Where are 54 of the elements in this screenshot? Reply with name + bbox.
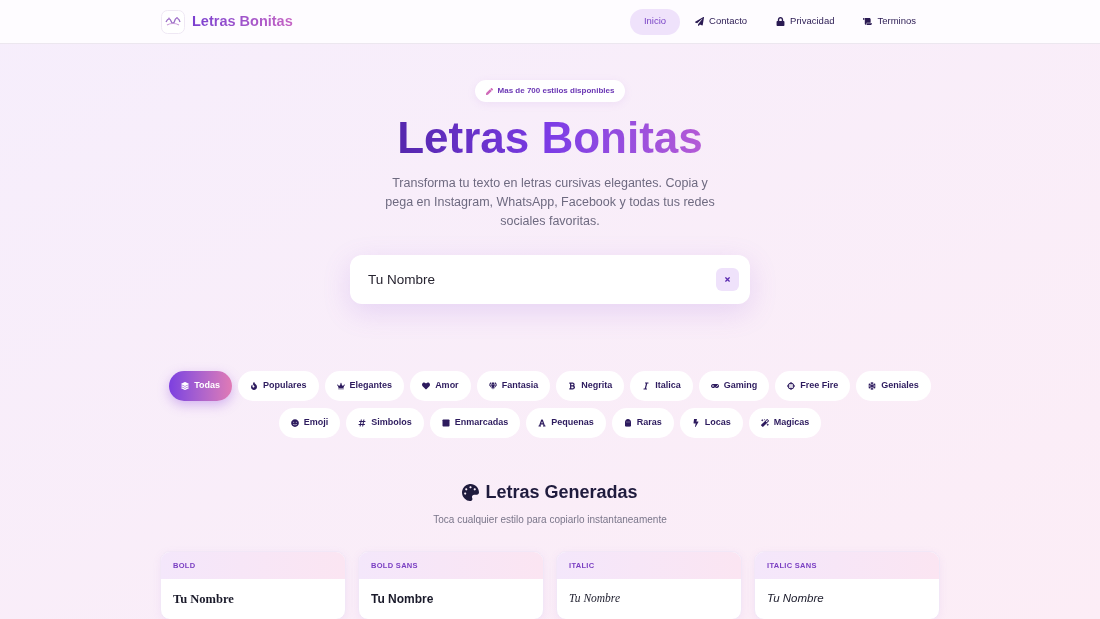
style-preview-text: Tu Nombre (569, 591, 620, 607)
nav-link[interactable]: Terminos (849, 8, 930, 35)
bold-letter-icon (568, 382, 577, 390)
styles-count-text: Mas de 700 estilos disponibles (497, 85, 615, 97)
category-chip[interactable]: Elegantes (324, 371, 405, 401)
lightning-icon (691, 419, 700, 427)
category-chip[interactable]: Italica (630, 371, 693, 401)
hash-icon (358, 419, 367, 427)
gamepad-icon (710, 382, 719, 390)
category-chip[interactable]: Pequenas (526, 408, 606, 438)
snowflake-icon (868, 382, 877, 390)
heart-icon (422, 382, 431, 390)
category-chip[interactable]: Gaming (698, 371, 770, 401)
nav-link[interactable]: Contacto (681, 8, 762, 35)
palette-icon (462, 483, 480, 501)
scroll-icon (863, 17, 873, 26)
lock-icon (776, 17, 786, 26)
section-subtitle: Toca cualquier estilo para copiarlo instantaneamente (433, 513, 667, 527)
category-chip[interactable]: Geniales (856, 371, 931, 401)
magic-wand-icon (760, 419, 769, 427)
category-chip[interactable]: Locas (679, 408, 743, 438)
style-preview-text: Tu Nombre (371, 591, 434, 608)
text-input-field[interactable]: Tu Nombre (350, 255, 750, 304)
flame-icon (250, 382, 259, 390)
category-chip[interactable]: Negrita (556, 371, 625, 401)
letter-icon (538, 419, 547, 427)
category-chip[interactable]: Raras (611, 408, 674, 438)
paper-plane-icon (695, 17, 705, 26)
section-title: Letras Generadas (485, 481, 638, 503)
smiley-icon (290, 419, 299, 427)
crosshair-icon (787, 382, 796, 390)
intro-text: Transforma tu texto en letras cursivas elegantes. Copia y pega en Instagram, WhatsApp, Facebook y todas tus redes sociales favoritas. (384, 175, 716, 230)
category-chip[interactable]: Fantasia (476, 371, 551, 401)
logo-icon (161, 9, 185, 34)
close-icon (724, 276, 731, 283)
category-chip[interactable]: Amor (410, 371, 471, 401)
nav-link[interactable]: Privacidad (762, 8, 849, 35)
gem-icon (488, 382, 497, 390)
style-preview-text: Tu Nombre (767, 591, 824, 607)
category-chip[interactable]: Magicas (748, 408, 822, 438)
crown-icon (336, 382, 345, 390)
category-chip[interactable]: Populares (238, 371, 319, 401)
style-preview-text: Tu Nombre (173, 590, 234, 608)
category-chip[interactable]: Free Fire (775, 371, 851, 401)
category-chip[interactable]: Todas (169, 371, 233, 401)
category-chip[interactable]: Emoji (278, 408, 341, 438)
nav-link[interactable]: Inicio (629, 8, 681, 35)
clear-button[interactable] (716, 268, 739, 291)
italic-letter-icon (642, 382, 651, 390)
ghost-icon (623, 419, 632, 427)
category-chip[interactable]: Simbolos (346, 408, 424, 438)
layers-icon (181, 382, 190, 390)
pencil-icon (485, 87, 493, 95)
category-chip[interactable]: Enmarcadas (429, 408, 521, 438)
